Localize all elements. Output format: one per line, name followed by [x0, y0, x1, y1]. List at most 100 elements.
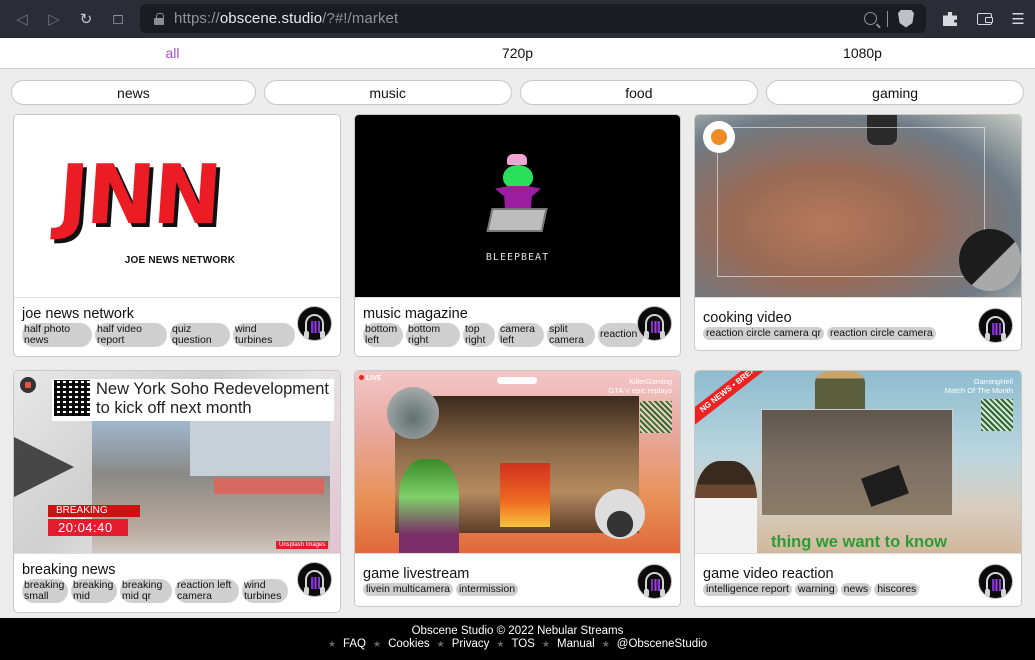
- footer-link-faq[interactable]: FAQ: [343, 638, 366, 650]
- category-music[interactable]: music: [263, 80, 512, 105]
- tag[interactable]: quiz question: [170, 323, 230, 347]
- live-badge: LIVE: [359, 375, 382, 382]
- zoom-icon[interactable]: [864, 12, 877, 25]
- url-prefix: https://: [174, 10, 220, 27]
- footer-links: ★ FAQ ★ Cookies ★ Privacy ★ TOS ★ Manual…: [0, 638, 1035, 650]
- tag[interactable]: bottom right: [406, 323, 460, 347]
- card-thumbnail[interactable]: BLEEPBEAT: [355, 115, 680, 298]
- card-thumbnail[interactable]: New York Soho Redevelopment to kick off n…: [14, 371, 340, 554]
- star-icon: ★: [601, 638, 610, 649]
- author-avatar[interactable]: [637, 306, 672, 341]
- category-news[interactable]: news: [11, 80, 256, 105]
- tag[interactable]: camera left: [498, 323, 544, 347]
- qr-code: [981, 399, 1013, 431]
- card-title: game livestream: [363, 566, 470, 582]
- alien-dj-illustration: [485, 150, 553, 240]
- headphones-icon: [985, 316, 1006, 341]
- tag[interactable]: reaction circle camera: [826, 327, 936, 340]
- category-gaming[interactable]: gaming: [766, 80, 1024, 105]
- channel-subtitle: GTA V epic replays: [608, 386, 672, 395]
- breaking-news-banner: BREAKING NEWS: [48, 505, 140, 528]
- speaker-icon: [20, 377, 36, 393]
- browser-toolbar: ◁ ▷ ↻ □ https://obscene.studio/?#!/marke…: [0, 0, 1035, 38]
- author-avatar[interactable]: [297, 562, 332, 597]
- tag[interactable]: top right: [463, 323, 495, 347]
- card-thumbnail[interactable]: NG NEWS • BREA GamingHell Match Of The Mo…: [695, 371, 1021, 554]
- tab-720p[interactable]: 720p: [345, 38, 690, 68]
- footer-link-cookies[interactable]: Cookies: [388, 638, 430, 650]
- footer-link-twitter[interactable]: @ObsceneStudio: [617, 638, 707, 650]
- headline-line-2: to kick off next month: [96, 399, 252, 417]
- tag[interactable]: breaking mid qr: [120, 579, 172, 603]
- template-card-cooking-video[interactable]: cooking video reaction circle camera qr …: [694, 114, 1022, 351]
- url-path: /?#!/market: [322, 10, 399, 27]
- card-title: joe news network: [22, 306, 135, 322]
- tag[interactable]: split camera: [547, 323, 595, 347]
- wallet-button[interactable]: [967, 13, 1001, 25]
- headphones-icon: [304, 314, 325, 339]
- reload-icon[interactable]: ↻: [70, 0, 102, 38]
- tab-1080p[interactable]: 1080p: [690, 38, 1035, 68]
- template-card-joe-news-network[interactable]: JNN JOE NEWS NETWORK joe news network ha…: [13, 114, 341, 357]
- tag[interactable]: intelligence report: [703, 583, 792, 596]
- streamer-camera: [399, 459, 459, 553]
- tag[interactable]: livein multicamera: [363, 583, 454, 596]
- footer-link-privacy[interactable]: Privacy: [452, 638, 490, 650]
- tab-all[interactable]: all: [0, 38, 345, 68]
- forward-icon[interactable]: ▷: [38, 0, 70, 38]
- qr-code: [640, 401, 672, 433]
- headline-text: New York Soho Redevelopment to kick off n…: [96, 380, 329, 418]
- tag[interactable]: wind turbines: [242, 579, 288, 603]
- tag[interactable]: bottom left: [363, 323, 403, 347]
- brave-shields-icon[interactable]: [898, 9, 914, 28]
- template-card-game-livestream[interactable]: LIVE KillerGaming GTA V epic replays game…: [354, 370, 681, 607]
- footer-link-tos[interactable]: TOS: [511, 638, 534, 650]
- category-food[interactable]: food: [519, 80, 759, 105]
- card-thumbnail[interactable]: [695, 115, 1021, 298]
- card-title: breaking news: [22, 562, 116, 578]
- extensions-button[interactable]: [933, 12, 967, 26]
- card-thumbnail[interactable]: LIVE KillerGaming GTA V epic replays: [355, 371, 680, 554]
- circle-camera: [387, 387, 439, 439]
- bookmark-icon[interactable]: □: [102, 0, 134, 38]
- star-icon: ★: [327, 638, 336, 649]
- menu-icon[interactable]: ☰: [1001, 10, 1035, 28]
- template-card-breaking-news[interactable]: New York Soho Redevelopment to kick off n…: [13, 370, 341, 613]
- template-card-music-magazine[interactable]: BLEEPBEAT music magazine bottom left bot…: [354, 114, 681, 357]
- channel-subtitle: Match Of The Month: [944, 386, 1013, 395]
- jnn-logo: JNN: [54, 148, 224, 243]
- footer-link-manual[interactable]: Manual: [557, 638, 595, 650]
- tag[interactable]: wind turbines: [233, 323, 295, 347]
- author-avatar[interactable]: [297, 306, 332, 341]
- back-icon[interactable]: ◁: [6, 0, 38, 38]
- tag-list: half photo news half video report quiz q…: [22, 323, 340, 347]
- card-thumbnail[interactable]: JNN JOE NEWS NETWORK: [14, 115, 340, 298]
- author-avatar[interactable]: [978, 308, 1013, 343]
- tag[interactable]: half video report: [95, 323, 167, 347]
- author-avatar[interactable]: [637, 564, 672, 599]
- star-icon: ★: [436, 638, 445, 649]
- tag[interactable]: intermission: [456, 583, 519, 596]
- channel-info: KillerGaming GTA V epic replays: [608, 377, 672, 395]
- tag[interactable]: reaction left camera: [175, 579, 239, 603]
- tag[interactable]: reaction circle camera qr: [703, 327, 824, 340]
- tag[interactable]: news: [840, 583, 872, 596]
- channel-name: KillerGaming: [629, 377, 672, 386]
- category-filters: news music food gaming: [0, 69, 1035, 105]
- author-avatar[interactable]: [978, 564, 1013, 599]
- tag[interactable]: warning: [794, 583, 838, 596]
- card-title: music magazine: [363, 306, 468, 322]
- tag[interactable]: breaking mid: [71, 579, 117, 603]
- template-card-game-video-reaction[interactable]: NG NEWS • BREA GamingHell Match Of The Mo…: [694, 370, 1022, 607]
- ticker-text: thing we want to know: [771, 533, 947, 551]
- url-text[interactable]: https://obscene.studio/?#!/market: [174, 10, 398, 27]
- star-icon: ★: [541, 638, 550, 649]
- logo-badge: [703, 121, 735, 153]
- headphones-icon: [644, 572, 665, 597]
- lock-icon: [154, 12, 164, 25]
- tag[interactable]: hiscores: [874, 583, 920, 596]
- tag[interactable]: breaking small: [22, 579, 68, 603]
- address-bar[interactable]: https://obscene.studio/?#!/market: [140, 4, 926, 33]
- tag[interactable]: half photo news: [22, 323, 92, 347]
- card-title: cooking video: [703, 310, 792, 326]
